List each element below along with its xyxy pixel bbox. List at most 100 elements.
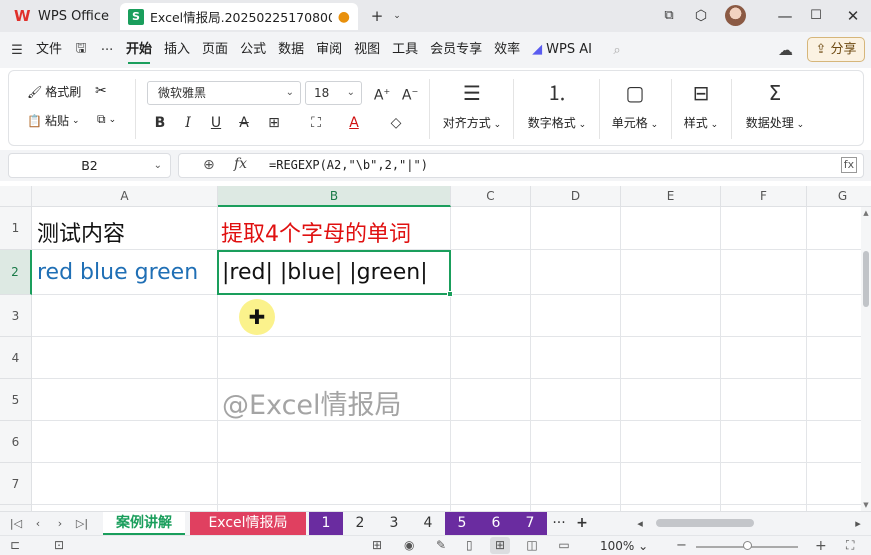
- formula-input[interactable]: ⊕ fx =REGEXP(A2,"\b",2,"|") fx: [178, 153, 864, 178]
- tab-data[interactable]: 数据: [272, 32, 310, 68]
- cube-icon[interactable]: ⬡: [690, 5, 712, 27]
- avatar[interactable]: [725, 5, 746, 26]
- grid-cell[interactable]: [531, 295, 621, 337]
- clear-format-icon[interactable]: ◇: [385, 112, 407, 134]
- fx-icon[interactable]: fx: [234, 156, 247, 172]
- grid-cell[interactable]: [451, 295, 531, 337]
- sheet-tab-2[interactable]: 2: [343, 512, 377, 535]
- number-format-button[interactable]: ⒈ 数字格式 ⌄: [523, 79, 591, 131]
- column-header-e[interactable]: E: [621, 186, 721, 207]
- grid-cell[interactable]: [721, 421, 807, 463]
- grid-cell[interactable]: [451, 379, 531, 421]
- grid-cell[interactable]: [32, 295, 218, 337]
- column-header-f[interactable]: F: [721, 186, 807, 207]
- macro-record-icon[interactable]: ⊏: [10, 538, 20, 552]
- cut-button[interactable]: ✂: [95, 83, 107, 99]
- zoom-in-button[interactable]: +: [815, 538, 827, 554]
- grid-cell[interactable]: [621, 379, 721, 421]
- page-break-view-icon[interactable]: ▭: [554, 537, 574, 554]
- share-button[interactable]: ⇪ 分享: [807, 37, 865, 62]
- wps-ai-button[interactable]: ◢ WPS AI: [526, 32, 598, 68]
- maximize-icon[interactable]: ☐: [805, 5, 827, 27]
- cell-a1[interactable]: 测试内容: [37, 216, 125, 248]
- grid-cell[interactable]: [621, 250, 721, 295]
- zoom-icon[interactable]: ⊕: [203, 157, 215, 173]
- bold-icon[interactable]: B: [149, 112, 171, 134]
- wps-home-tab[interactable]: W WPS Office: [6, 4, 117, 28]
- eye-protect-icon[interactable]: ◉: [404, 538, 414, 552]
- scroll-up-icon[interactable]: ▲: [861, 209, 871, 217]
- more-icon[interactable]: ···: [94, 43, 120, 58]
- sheet-tab-case[interactable]: 案例讲解: [103, 512, 185, 535]
- grid-cell[interactable]: [218, 337, 451, 379]
- tab-tools[interactable]: 工具: [386, 32, 424, 68]
- function-wizard-icon[interactable]: fx: [841, 157, 857, 173]
- grid-cell[interactable]: [721, 250, 807, 295]
- row-header-4[interactable]: 4: [0, 337, 32, 379]
- hscroll-right-icon[interactable]: ▸: [848, 514, 868, 534]
- fullscreen-icon[interactable]: ⛶: [846, 538, 854, 553]
- grid-cell[interactable]: [721, 379, 807, 421]
- sheet-tab-3[interactable]: 3: [377, 512, 411, 535]
- cloud-sync-icon[interactable]: ☁: [778, 41, 793, 59]
- zoom-slider-knob[interactable]: [743, 541, 752, 550]
- grid-cell[interactable]: [721, 295, 807, 337]
- grid-cell[interactable]: [531, 250, 621, 295]
- row-header-7[interactable]: 7: [0, 463, 32, 505]
- style-button[interactable]: ⊟ 样式 ⌄: [679, 79, 723, 131]
- decrease-font-icon[interactable]: A−: [399, 81, 421, 104]
- grid-cell[interactable]: [621, 337, 721, 379]
- grid-cell[interactable]: [621, 463, 721, 505]
- grid-cell[interactable]: [531, 337, 621, 379]
- horizontal-scroll-thumb[interactable]: [656, 519, 754, 527]
- cell-format-button[interactable]: ▢ 单元格 ⌄: [607, 79, 663, 131]
- grid-cell[interactable]: [721, 207, 807, 250]
- column-header-a[interactable]: A: [32, 186, 218, 207]
- sheet-tab-7[interactable]: 7: [513, 512, 547, 535]
- grid-cell[interactable]: [531, 379, 621, 421]
- sheet-tab-5[interactable]: 5: [445, 512, 479, 535]
- grid-cell[interactable]: [451, 421, 531, 463]
- hamburger-menu-icon[interactable]: ☰: [4, 43, 30, 58]
- row-header-6[interactable]: 6: [0, 421, 32, 463]
- grid-cell[interactable]: [451, 250, 531, 295]
- tab-list-chevron-icon[interactable]: ⌄: [386, 5, 408, 27]
- tab-home[interactable]: 开始: [120, 32, 158, 68]
- data-processing-button[interactable]: Σ 数据处理 ⌄: [741, 79, 809, 131]
- column-header-c[interactable]: C: [451, 186, 531, 207]
- name-box[interactable]: B2 ⌄: [8, 153, 171, 178]
- add-sheet-button[interactable]: +: [571, 512, 593, 535]
- row-header-3[interactable]: 3: [0, 295, 32, 337]
- minimize-icon[interactable]: —: [774, 5, 796, 27]
- tab-member[interactable]: 会员专享: [424, 32, 488, 68]
- tab-formula[interactable]: 公式: [234, 32, 272, 68]
- strikethrough-icon[interactable]: A: [233, 112, 255, 134]
- tab-review[interactable]: 审阅: [310, 32, 348, 68]
- paste-button[interactable]: 📋 粘贴 ⌄: [27, 112, 80, 129]
- save-icon[interactable]: 🖫: [68, 39, 94, 61]
- grid-cell[interactable]: [32, 421, 218, 463]
- sheet-tab-4[interactable]: 4: [411, 512, 445, 535]
- first-sheet-icon[interactable]: |◁: [6, 514, 26, 534]
- increase-font-icon[interactable]: A+: [371, 81, 393, 104]
- grid-cell[interactable]: [451, 207, 531, 250]
- grid-cell[interactable]: [621, 295, 721, 337]
- grid-cell[interactable]: [218, 421, 451, 463]
- column-header-g[interactable]: G: [807, 186, 871, 207]
- menu-file[interactable]: 文件: [30, 32, 68, 68]
- vertical-scroll-thumb[interactable]: [863, 251, 869, 307]
- grid-cell[interactable]: [32, 379, 218, 421]
- grid-cell[interactable]: [32, 337, 218, 379]
- row-header-2[interactable]: 2: [0, 250, 32, 295]
- select-all-corner[interactable]: [0, 186, 32, 207]
- grid-cell[interactable]: [531, 463, 621, 505]
- hscroll-left-icon[interactable]: ◂: [630, 514, 650, 534]
- font-family-select[interactable]: 微软雅黑 ⌄: [147, 81, 301, 105]
- vertical-scrollbar[interactable]: ▲ ▼: [861, 207, 871, 511]
- next-sheet-icon[interactable]: ›: [50, 514, 70, 534]
- column-header-b[interactable]: B: [218, 186, 451, 207]
- copy-button[interactable]: ⧉ ⌄: [97, 112, 116, 127]
- grid-cell[interactable]: [721, 337, 807, 379]
- grid-cell[interactable]: [721, 463, 807, 505]
- prev-sheet-icon[interactable]: ‹: [28, 514, 48, 534]
